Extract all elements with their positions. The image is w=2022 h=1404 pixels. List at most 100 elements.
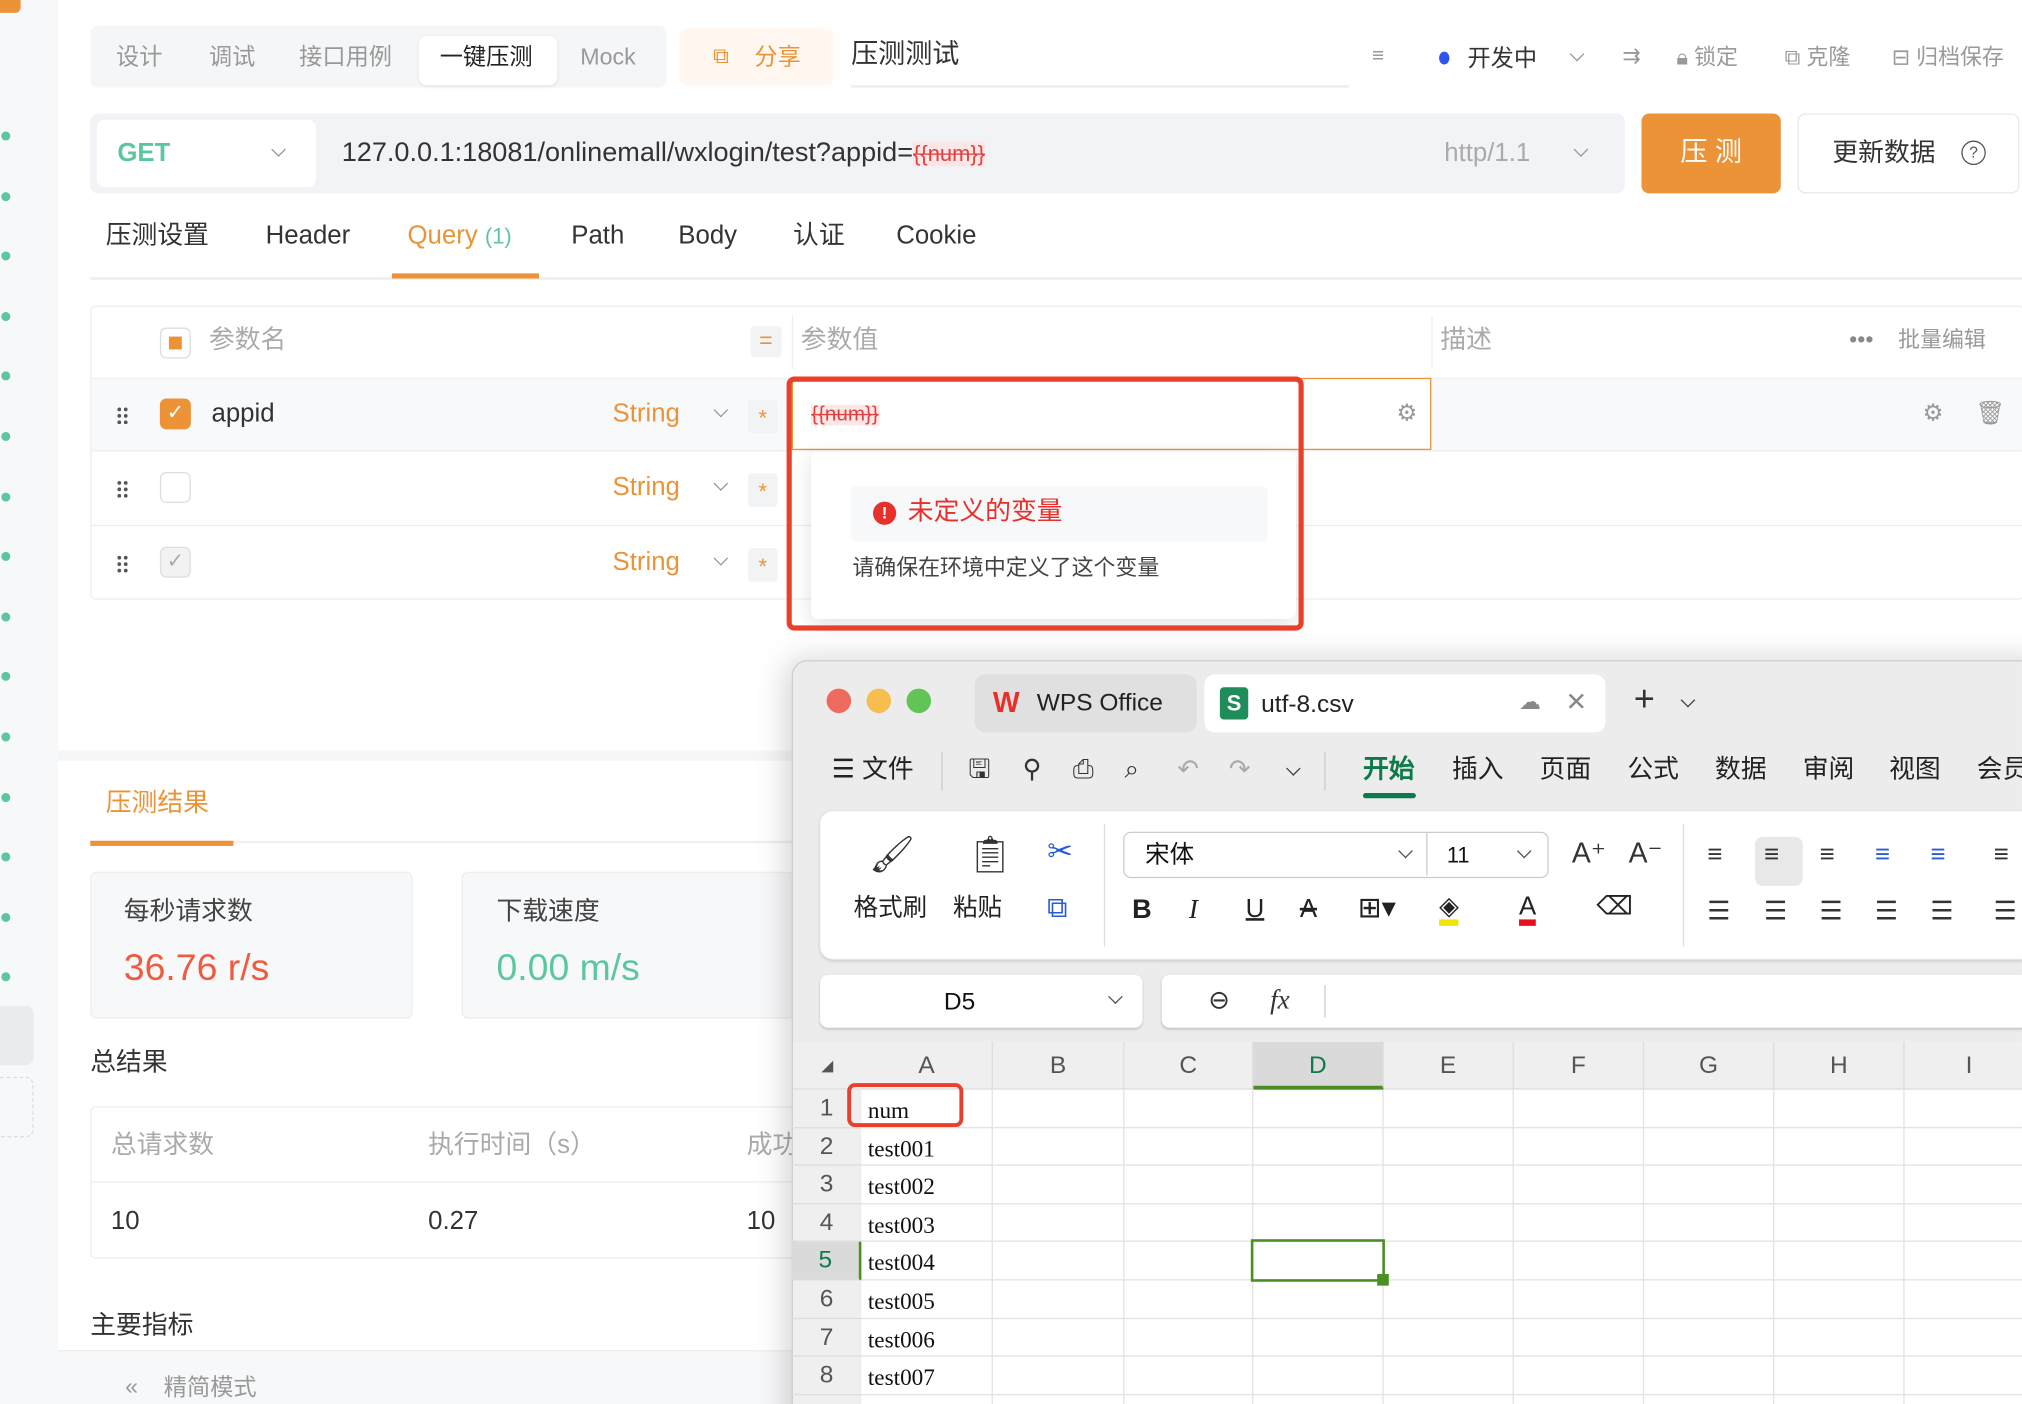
cell-a5[interactable]: test004	[868, 1250, 935, 1277]
subtab-auth[interactable]: 认证	[793, 223, 845, 249]
archive-button[interactable]: ⊟ 归档保存	[1892, 46, 2004, 68]
tab-debug[interactable]: 调试	[209, 45, 255, 68]
name-box[interactable]: D5	[820, 974, 1143, 1028]
paste-button[interactable]: 粘贴	[953, 896, 1002, 921]
underline-icon[interactable]: U	[1246, 896, 1265, 922]
clone-button[interactable]: ⧉ 克隆	[1785, 46, 1851, 68]
undo-icon[interactable]: ↶	[1177, 757, 1199, 783]
edit-list-icon[interactable]: ≡	[1372, 46, 1384, 67]
column-header[interactable]: G	[1644, 1041, 1775, 1090]
menu-tab[interactable]: 开始	[1363, 757, 1415, 783]
run-stress-test-button[interactable]: 压 测	[1641, 113, 1781, 194]
subtab-header[interactable]: Header	[266, 223, 351, 249]
distribute-icon[interactable]: ☰	[1930, 899, 1953, 925]
menu-tab[interactable]: 会员	[1977, 757, 2022, 783]
drag-handle-icon[interactable]	[116, 553, 129, 573]
bulk-edit-button[interactable]: 批量编辑	[1898, 329, 1986, 351]
font-size[interactable]: 11	[1447, 845, 1470, 867]
lock-button[interactable]: 🔒︎ 锁定	[1676, 46, 1738, 68]
row-checkbox[interactable]: ✓	[159, 398, 191, 430]
save-icon[interactable]: 🖫	[968, 757, 990, 783]
required-toggle[interactable]: *	[747, 473, 778, 508]
url-input[interactable]: 127.0.0.1:18081/onlinemall/wxlogin/test?…	[342, 138, 985, 172]
equals-icon[interactable]: =	[750, 326, 782, 358]
indent-increase-icon[interactable]: ≡	[1930, 842, 1945, 868]
close-tab-icon[interactable]: ✕	[1565, 690, 1587, 716]
clear-format-icon[interactable]: ⌫	[1596, 894, 1632, 920]
compact-mode-button[interactable]: 精简模式	[164, 1376, 257, 1399]
align-left-icon[interactable]: ☰	[1707, 899, 1730, 925]
drag-handle-icon[interactable]	[116, 480, 129, 499]
cut-icon[interactable]: ✂	[1047, 836, 1073, 868]
param-name[interactable]: appid	[211, 401, 274, 427]
api-title[interactable]: 压测测试	[851, 41, 959, 68]
collapse-icon[interactable]: «	[125, 1375, 138, 1398]
row-header[interactable]: 7	[791, 1319, 862, 1357]
tab-mock[interactable]: Mock	[580, 45, 635, 68]
column-header[interactable]: C	[1124, 1041, 1254, 1090]
merge-cells-icon[interactable]: ☰	[1994, 899, 2017, 925]
column-header[interactable]: E	[1384, 1041, 1514, 1090]
tab-results[interactable]: 压测结果	[106, 790, 209, 816]
align-middle-icon[interactable]: ≡	[1764, 842, 1779, 868]
row-checkbox-disabled[interactable]: ✓	[159, 546, 191, 578]
align-bottom-icon[interactable]: ≡	[1819, 842, 1834, 868]
more-icon[interactable]: •••	[1849, 328, 1873, 351]
sidebar-add-item[interactable]	[0, 1076, 34, 1138]
cloud-icon[interactable]: ☁︎	[1519, 691, 1541, 713]
row-header[interactable]: 3	[791, 1166, 862, 1205]
format-painter-button[interactable]: 格式刷	[854, 896, 928, 921]
sidebar-selected-item[interactable]	[0, 1005, 34, 1066]
justify-icon[interactable]: ☰	[1875, 899, 1898, 925]
row-header[interactable]: 4	[791, 1204, 862, 1243]
required-toggle[interactable]: *	[747, 399, 778, 434]
increase-font-icon[interactable]: A⁺	[1572, 839, 1606, 867]
subtab-path[interactable]: Path	[571, 223, 624, 249]
method-select[interactable]: GET	[96, 119, 316, 187]
tab-design[interactable]: 设计	[116, 45, 162, 68]
cell-a3[interactable]: test002	[868, 1174, 935, 1201]
decrease-font-icon[interactable]: A⁻	[1629, 839, 1663, 867]
csv-file-tab[interactable]: S utf-8.csv ☁︎ ✕	[1204, 674, 1606, 733]
close-window-button[interactable]	[826, 688, 852, 714]
update-data-button[interactable]: 更新数据 ?	[1797, 113, 2020, 194]
param-type-select[interactable]: String	[613, 549, 680, 575]
new-tab-plus-icon[interactable]: +	[1634, 680, 1655, 717]
fill-color-icon[interactable]: ◈	[1439, 894, 1459, 926]
menu-tab[interactable]: 插入	[1452, 757, 1504, 783]
formula-bar[interactable]: ⊖ fx	[1161, 974, 2022, 1028]
column-header[interactable]: B	[993, 1041, 1125, 1090]
tab-cases[interactable]: 接口用例	[299, 45, 392, 68]
tab-stress-test[interactable]: 一键压测	[440, 45, 533, 68]
minimize-window-button[interactable]	[866, 688, 892, 714]
redo-icon[interactable]: ↷	[1229, 757, 1251, 783]
row-header[interactable]: 5	[791, 1242, 862, 1281]
row-header[interactable]: 6	[791, 1280, 862, 1319]
row-settings-icon[interactable]: ⚙	[1923, 401, 1944, 424]
align-center-icon[interactable]: ☰	[1764, 899, 1787, 925]
indent-decrease-icon[interactable]: ≡	[1875, 842, 1890, 868]
required-toggle[interactable]: *	[747, 547, 778, 582]
drag-handle-icon[interactable]	[116, 406, 129, 425]
cell-a8[interactable]: test007	[868, 1365, 935, 1392]
status-label[interactable]: 开发中	[1467, 46, 1537, 69]
fill-handle[interactable]	[1377, 1274, 1389, 1286]
zoom-formula-icon[interactable]: ⊖	[1208, 988, 1230, 1014]
selected-cell-d5[interactable]	[1250, 1239, 1385, 1282]
share-button[interactable]: ⧉ 分享	[679, 28, 835, 86]
param-type-select[interactable]: String	[613, 401, 680, 427]
help-icon[interactable]: ?	[1961, 140, 1986, 166]
row-header[interactable]: 2	[791, 1128, 862, 1166]
column-header[interactable]: D	[1253, 1041, 1384, 1090]
menu-tab[interactable]: 公式	[1627, 757, 1679, 783]
menu-tab[interactable]: 页面	[1540, 757, 1592, 783]
cell-a4[interactable]: test003	[868, 1212, 935, 1239]
chevron-down-icon[interactable]	[1286, 761, 1301, 776]
wrap-text-icon[interactable]: ≡	[1994, 842, 2009, 868]
copy-icon[interactable]: ⧉	[1047, 893, 1067, 922]
font-select[interactable]: 宋体 11	[1123, 831, 1549, 879]
param-type-select[interactable]: String	[613, 475, 680, 501]
cell-a6[interactable]: test005	[868, 1288, 935, 1315]
cell-a7[interactable]: test006	[868, 1326, 935, 1353]
strikethrough-icon[interactable]: A	[1300, 896, 1317, 922]
